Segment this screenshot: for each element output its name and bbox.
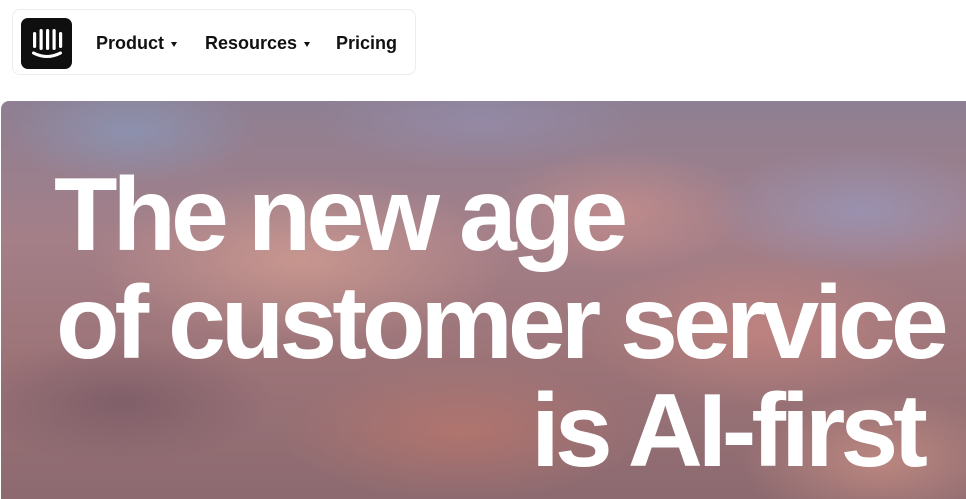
nav-pricing-link[interactable]: Pricing bbox=[336, 10, 397, 76]
nav-product-label: Product bbox=[96, 32, 165, 53]
hero-title-line-1: The new age bbox=[54, 157, 628, 273]
nav-pricing-label: Pricing bbox=[336, 32, 398, 53]
hero-title-line-2: of customer service bbox=[56, 265, 949, 381]
nav-resources-label: Resources bbox=[205, 32, 298, 53]
nav-product-menu[interactable]: Product bbox=[96, 10, 178, 76]
chevron-down-icon bbox=[171, 41, 178, 47]
hero-banner: The new age of customer service is AI-fi… bbox=[1, 101, 966, 499]
nav-resources-menu[interactable]: Resources bbox=[205, 10, 311, 76]
chevron-down-icon bbox=[304, 41, 311, 47]
top-nav: Product Resources Pricing bbox=[12, 9, 416, 75]
intercom-logo-icon[interactable] bbox=[21, 18, 72, 69]
hero-title-line-3: is AI-first bbox=[531, 373, 928, 489]
